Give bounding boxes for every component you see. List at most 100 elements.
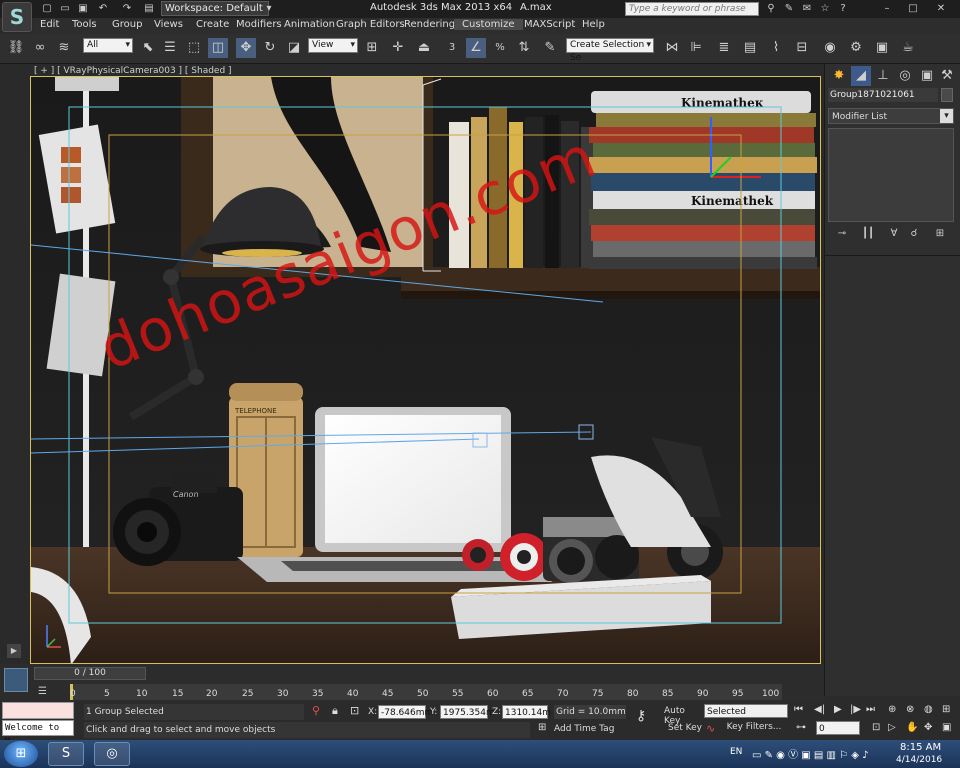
menu-views[interactable]: Views bbox=[154, 19, 183, 30]
key-mode-toggle-icon[interactable]: ⊶ bbox=[796, 722, 806, 733]
modifier-stack[interactable] bbox=[828, 128, 954, 222]
pin-stack-icon[interactable]: ⊸ bbox=[834, 228, 850, 242]
binoculars-icon[interactable]: ⚲ bbox=[764, 2, 778, 15]
maxscript-listener[interactable] bbox=[2, 702, 74, 719]
modifier-list-dropdown[interactable]: Modifier List bbox=[828, 108, 954, 124]
rect-selection-icon[interactable]: ⬚ bbox=[184, 38, 204, 58]
hierarchy-tab-icon[interactable]: ⊥ bbox=[873, 66, 893, 86]
clock-date[interactable]: 4/14/2016 bbox=[896, 755, 942, 765]
select-by-name-icon[interactable]: ☰ bbox=[160, 38, 180, 58]
fov-icon[interactable]: ▷ bbox=[888, 722, 896, 733]
object-color-swatch[interactable] bbox=[941, 88, 953, 102]
window-crossing-icon[interactable]: ◫ bbox=[208, 38, 228, 58]
unlink-icon[interactable]: ∞ bbox=[30, 38, 50, 58]
select-scale-icon[interactable]: ◪ bbox=[284, 38, 304, 58]
mini-curve-editor-icon[interactable]: ☰ bbox=[38, 686, 47, 697]
display-tab-icon[interactable]: ▣ bbox=[917, 66, 937, 86]
pan-icon[interactable]: ✋ bbox=[906, 722, 918, 733]
menu-rendering[interactable]: Rendering bbox=[404, 19, 455, 30]
viewport-layout-icon[interactable] bbox=[4, 668, 28, 692]
3dsmax-taskbar-icon[interactable]: ◎ bbox=[94, 742, 130, 766]
render-production-icon[interactable]: ☕ bbox=[898, 38, 918, 58]
ribbon-toggle-icon[interactable]: ▤ bbox=[740, 38, 760, 58]
clock-time[interactable]: 8:15 AM bbox=[900, 742, 941, 753]
schematic-view-icon[interactable]: ⊟ bbox=[792, 38, 812, 58]
layer-manager-icon[interactable]: ≣ bbox=[714, 38, 734, 58]
select-object-icon[interactable]: ⬉ bbox=[138, 38, 158, 58]
menu-customize[interactable]: Customize bbox=[454, 19, 523, 30]
motion-tab-icon[interactable]: ◎ bbox=[895, 66, 915, 86]
menu-group[interactable]: Group bbox=[112, 19, 142, 30]
dolly-icon[interactable]: ⊕ bbox=[888, 704, 896, 715]
y-coordinate-field[interactable]: 1975.354m bbox=[440, 705, 495, 719]
key-set-dropdown[interactable]: Selected bbox=[704, 704, 788, 718]
viewport-expand-icon[interactable]: ▶ bbox=[7, 644, 21, 658]
previous-frame-icon[interactable]: ◀| bbox=[814, 704, 825, 715]
manipulate-icon[interactable]: ✛ bbox=[388, 38, 408, 58]
skype-taskbar-icon[interactable]: S bbox=[48, 742, 84, 766]
menu-modifiers[interactable]: Modifiers bbox=[236, 19, 282, 30]
time-config-icon[interactable]: ⊡ bbox=[872, 722, 880, 733]
spinner-snap-icon[interactable]: ⇅ bbox=[514, 38, 534, 58]
reference-coord-dropdown[interactable]: View bbox=[308, 38, 358, 53]
named-selection-dropdown[interactable]: Create Selection Se bbox=[566, 38, 654, 63]
curve-editor-icon[interactable]: ⌇ bbox=[766, 38, 786, 58]
undo-icon[interactable]: ↶ bbox=[96, 2, 110, 15]
key-mode-icon[interactable]: ∿ bbox=[706, 722, 715, 735]
render-setup-icon[interactable]: ⚙ bbox=[846, 38, 866, 58]
keyboard-shortcut-icon[interactable]: ⏏ bbox=[414, 38, 434, 58]
maxscript-welcome[interactable]: Welcome to M: bbox=[2, 720, 74, 747]
app-logo-icon[interactable]: S bbox=[2, 2, 32, 32]
bind-space-warp-icon[interactable]: ≋ bbox=[54, 38, 74, 58]
modifier-list-arrow-icon[interactable]: ▾ bbox=[940, 109, 953, 123]
remove-modifier-icon[interactable]: ☌ bbox=[906, 228, 922, 242]
create-tab-icon[interactable]: ✸ bbox=[829, 66, 849, 86]
add-time-tag[interactable]: Add Time Tag bbox=[554, 724, 634, 738]
play-icon[interactable]: ▶ bbox=[834, 704, 842, 715]
current-frame-field[interactable]: 0 bbox=[816, 721, 860, 735]
make-unique-icon[interactable]: ∀ bbox=[886, 228, 902, 242]
modify-tab-icon[interactable]: ◢ bbox=[851, 66, 871, 86]
favorites-star-icon[interactable]: ☆ bbox=[818, 2, 832, 15]
selection-lock-icon[interactable]: 🔒︎ bbox=[332, 704, 338, 718]
close-icon[interactable]: ✕ bbox=[934, 2, 948, 15]
go-to-end-icon[interactable]: ⏭ bbox=[866, 704, 875, 715]
workspace-arrow-icon[interactable]: ▾ bbox=[262, 2, 276, 15]
communication-icon[interactable]: ✉ bbox=[800, 2, 814, 15]
menu-help[interactable]: Help bbox=[582, 19, 605, 30]
z-coordinate-field[interactable]: 1310.14m bbox=[502, 705, 551, 719]
align-icon[interactable]: ⊫ bbox=[686, 38, 706, 58]
absolute-mode-icon[interactable]: ⊡ bbox=[350, 704, 359, 717]
selection-filter-dropdown[interactable]: All bbox=[83, 38, 133, 53]
select-move-icon[interactable]: ✥ bbox=[236, 38, 256, 58]
next-frame-icon[interactable]: |▶ bbox=[850, 704, 861, 715]
tray-icons[interactable]: ▭ ✎ ◉ Ⓥ ▣ ▤ ▥ ⚐ ◈ ♪ bbox=[752, 746, 869, 761]
go-to-start-icon[interactable]: ⏮ bbox=[794, 704, 803, 715]
start-button-icon[interactable]: ⊞ bbox=[4, 741, 38, 767]
menu-edit[interactable]: Edit bbox=[40, 19, 59, 30]
orbit-icon[interactable]: ✥ bbox=[924, 722, 932, 733]
maximize-icon[interactable]: □ bbox=[906, 2, 920, 15]
percent-snap-icon[interactable]: % bbox=[490, 38, 510, 58]
configure-modifier-sets-icon[interactable]: ⊞ bbox=[932, 228, 948, 242]
new-file-icon[interactable]: ▢ bbox=[40, 2, 54, 15]
redo-icon[interactable]: ↷ bbox=[120, 2, 134, 15]
angle-snap-icon[interactable]: ∠ bbox=[466, 38, 486, 58]
zoom-extents-icon[interactable]: ⊞ bbox=[942, 704, 950, 715]
rendered-frame-window-icon[interactable]: ▣ bbox=[872, 38, 892, 58]
perspective-icon[interactable]: ⊗ bbox=[906, 704, 914, 715]
camera-viewport[interactable]: Kinematheк Kinemathek TELEPHONE Canon bbox=[30, 76, 821, 664]
minimize-icon[interactable]: – bbox=[880, 2, 894, 15]
show-end-result-icon[interactable]: ┃┃ bbox=[860, 228, 876, 242]
subscription-icon[interactable]: ✎ bbox=[782, 2, 796, 15]
keyword-search-input[interactable]: Type a keyword or phrase bbox=[625, 2, 759, 16]
viewport-label[interactable]: [ + ] [ VRayPhysicalCamera003 ] [ Shaded… bbox=[34, 66, 232, 76]
roll-icon[interactable]: ◍ bbox=[924, 704, 933, 715]
snap-toggle-icon[interactable]: 3 bbox=[442, 38, 462, 58]
time-tag-icon[interactable]: ⊞ bbox=[538, 722, 546, 733]
project-folder-icon[interactable]: ▤ bbox=[142, 2, 156, 15]
time-slider[interactable]: 0 / 100 bbox=[34, 667, 146, 680]
menu-animation[interactable]: Animation bbox=[284, 19, 335, 30]
menu-maxscript[interactable]: MAXScript bbox=[524, 19, 575, 30]
object-name-field[interactable]: Group1871021061 bbox=[828, 88, 938, 102]
